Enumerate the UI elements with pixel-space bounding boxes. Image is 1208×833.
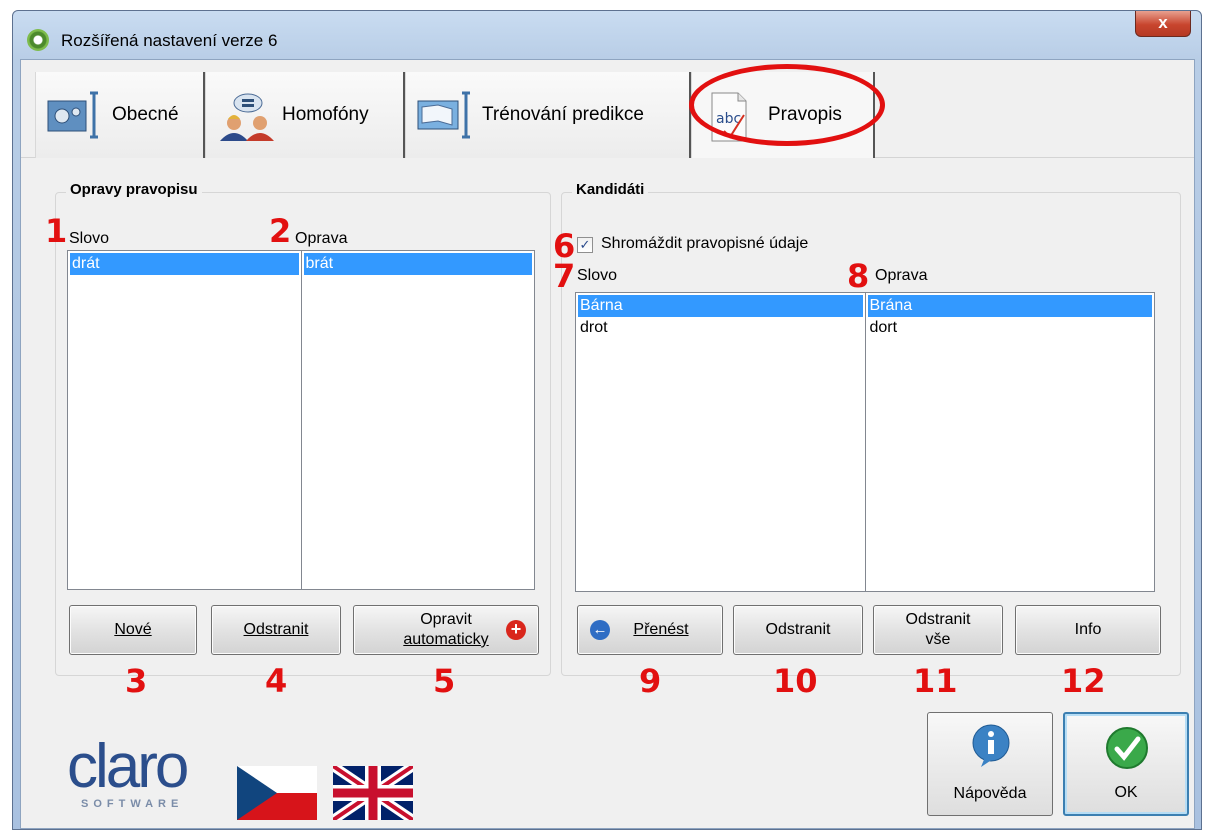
marker-4: 4 [265,662,288,700]
autofix-button[interactable]: Opravit automaticky + [353,605,539,655]
checkmark-icon [1105,726,1149,775]
tab-homofony[interactable]: Homofóny [205,72,405,158]
remove-candidate-button[interactable]: Odstranit [733,605,863,655]
help-button[interactable]: Nápověda [927,712,1053,816]
list-item[interactable]: drát [70,253,299,275]
remove-all-label-line1: Odstranit [905,611,971,628]
tab-trenovani-label: Trénování predikce [482,104,644,125]
list-item[interactable]: Bárna [578,295,863,317]
tab-obecne[interactable]: Obecné [35,72,205,158]
dialog-body: Obecné Homofóny Trénování predikce abc P… [20,59,1195,829]
corrections-list[interactable]: drát brát [67,250,535,590]
autofix-label-line1: Opravit [420,611,472,628]
tab-obecne-label: Obecné [112,104,179,125]
tab-trenovani[interactable]: Trénování predikce [405,72,691,158]
tab-homofony-label: Homofóny [282,104,369,125]
corrections-word-column[interactable]: drát [68,251,301,589]
remove-all-label-line2: vše [925,631,951,648]
list-item[interactable]: Brána [867,295,1152,317]
marker-7: 7 [553,257,576,295]
marker-8: 8 [847,257,870,295]
corrections-fix-column[interactable]: brát [300,251,535,589]
close-button[interactable]: x [1135,11,1191,37]
new-button-label: Nové [114,621,152,638]
candidates-list[interactable]: Bárna drot Brána dort [575,292,1155,592]
candidates-fix-header: Oprava [875,267,928,284]
marker-11: 11 [913,662,958,700]
transfer-button[interactable]: ← Přenést [577,605,723,655]
candidates-word-column[interactable]: Bárna drot [576,293,865,591]
marker-10: 10 [773,662,818,700]
info-bubble-icon [971,723,1011,774]
candidates-fix-column[interactable]: Brána dort [864,293,1155,591]
list-item[interactable]: brát [303,253,532,275]
marker-2: 2 [269,212,292,250]
ok-button[interactable]: OK [1063,712,1189,816]
remove-button[interactable]: Odstranit [211,605,341,655]
collect-label: Shromáždit pravopisné údaje [601,235,809,252]
app-gear-icon [27,29,49,51]
claro-logo: claro [67,732,189,801]
back-arrow-icon: ← [590,620,610,640]
people-speech-icon [212,85,282,145]
highlight-annotation [689,64,885,146]
marker-3: 3 [125,662,148,700]
corrections-title: Opravy pravopisu [66,181,202,198]
window-title: Rozšířená nastavení verze 6 [61,31,278,50]
tab-strip: Obecné Homofóny Trénování predikce abc P… [21,60,1194,158]
settings-window: Rozšířená nastavení verze 6 x Obecné Hom… [12,10,1202,830]
collect-checkbox[interactable]: ✓ [577,237,593,253]
settings-book-icon [42,85,112,145]
marker-12: 12 [1061,662,1106,700]
list-item[interactable]: dort [868,317,1153,339]
training-book-icon [412,85,482,145]
marker-5: 5 [433,662,456,700]
candidates-word-header: Slovo [577,267,618,284]
corrections-fix-header: Oprava [295,230,348,247]
new-button[interactable]: Nové [69,605,197,655]
marker-1: 1 [45,212,68,250]
plus-circle-icon: + [506,620,526,640]
ok-button-label: OK [1114,784,1138,801]
list-item[interactable]: drot [578,317,863,339]
czech-flag-icon[interactable] [237,766,317,820]
corrections-word-header: Slovo [69,230,110,247]
remove-candidate-label: Odstranit [765,621,831,638]
autofix-label-line2: automaticky [403,631,489,648]
info-button[interactable]: Info [1015,605,1161,655]
claro-logo-sub: SOFTWARE [81,798,184,810]
help-button-label: Nápověda [953,785,1027,802]
info-button-label: Info [1074,621,1102,638]
marker-9: 9 [639,662,662,700]
remove-all-button[interactable]: Odstranit vše [873,605,1003,655]
candidates-title: Kandidáti [572,181,649,198]
remove-button-label: Odstranit [243,621,309,638]
uk-flag-icon[interactable] [333,766,413,820]
title-bar[interactable]: Rozšířená nastavení verze 6 x [13,11,1201,59]
transfer-button-label: Přenést [633,621,689,638]
